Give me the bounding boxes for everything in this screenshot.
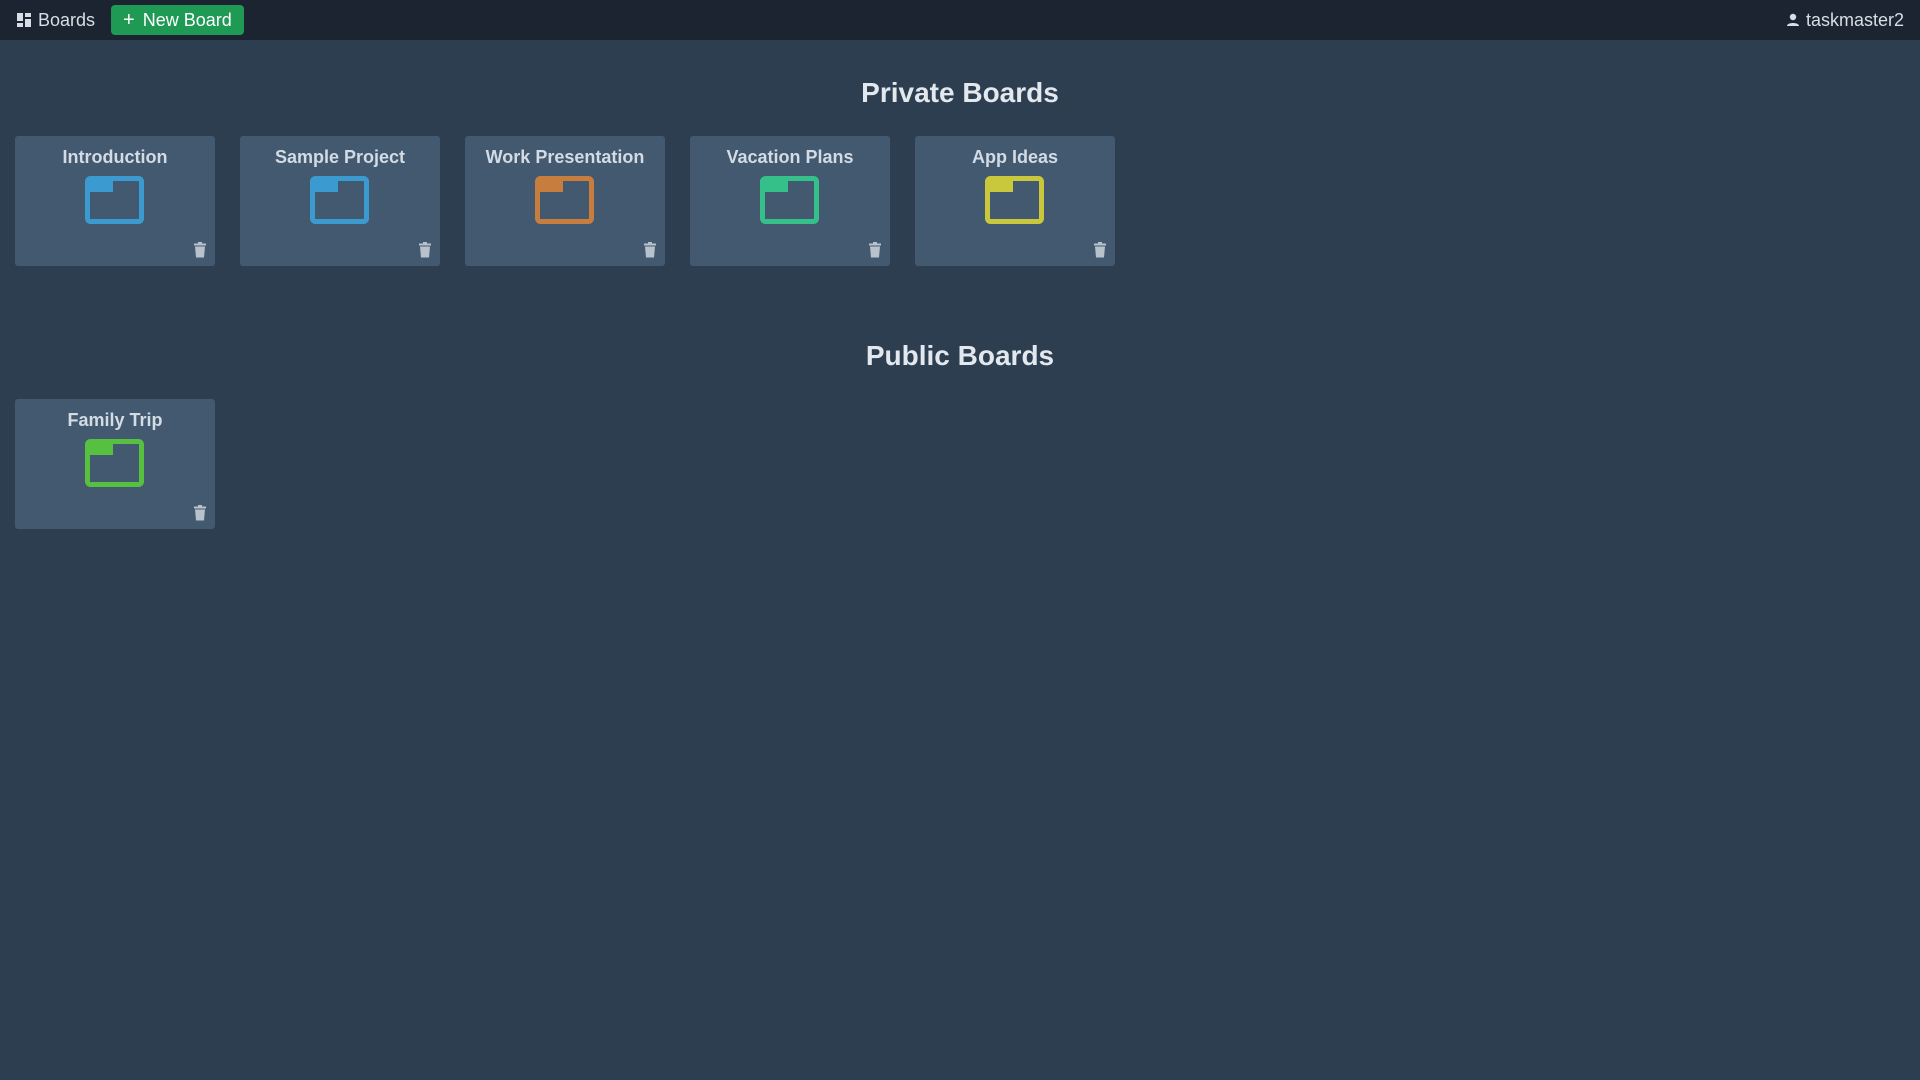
trash-icon[interactable] xyxy=(193,242,207,258)
board-card[interactable]: App Ideas xyxy=(915,136,1115,266)
folder-icon xyxy=(535,176,594,224)
folder-icon xyxy=(310,176,369,224)
trash-icon[interactable] xyxy=(1093,242,1107,258)
board-name: Work Presentation xyxy=(485,147,645,167)
top-navbar: Boards + New Board taskmaster2 xyxy=(0,0,1920,40)
trash-icon[interactable] xyxy=(868,242,882,258)
board-card[interactable]: Family Trip xyxy=(15,399,215,529)
board-card[interactable]: Vacation Plans xyxy=(690,136,890,266)
board-name: Vacation Plans xyxy=(726,147,854,167)
plus-icon: + xyxy=(123,9,135,31)
board-card[interactable]: Sample Project xyxy=(240,136,440,266)
board-name: Sample Project xyxy=(274,147,406,167)
folder-icon xyxy=(985,176,1044,224)
public-boards-title: Public Boards xyxy=(865,340,1055,371)
trash-icon[interactable] xyxy=(418,242,432,258)
dashboard-icon xyxy=(17,13,31,27)
trash-icon[interactable] xyxy=(193,505,207,521)
boards-nav-label: Boards xyxy=(38,9,96,30)
private-boards-title: Private Boards xyxy=(861,77,1059,108)
board-name: App Ideas xyxy=(971,147,1059,167)
trash-icon[interactable] xyxy=(643,242,657,258)
folder-icon xyxy=(85,439,144,487)
board-name: Introduction xyxy=(62,147,168,167)
board-name: Family Trip xyxy=(67,410,163,430)
new-board-button[interactable]: + New Board xyxy=(111,5,244,35)
board-card[interactable]: Introduction xyxy=(15,136,215,266)
user-icon xyxy=(1786,13,1799,26)
boards-nav-link[interactable]: Boards xyxy=(16,10,95,31)
board-card[interactable]: Work Presentation xyxy=(465,136,665,266)
public-boards-list: Family Trip xyxy=(15,399,240,529)
folder-icon xyxy=(760,176,819,224)
username: taskmaster2 xyxy=(1805,9,1904,30)
folder-icon xyxy=(85,176,144,224)
new-board-label: New Board xyxy=(142,9,232,30)
user-menu[interactable]: taskmaster2 xyxy=(1786,0,1904,40)
private-boards-list: Introduction Sample Project Work Presentat… xyxy=(15,136,1140,266)
